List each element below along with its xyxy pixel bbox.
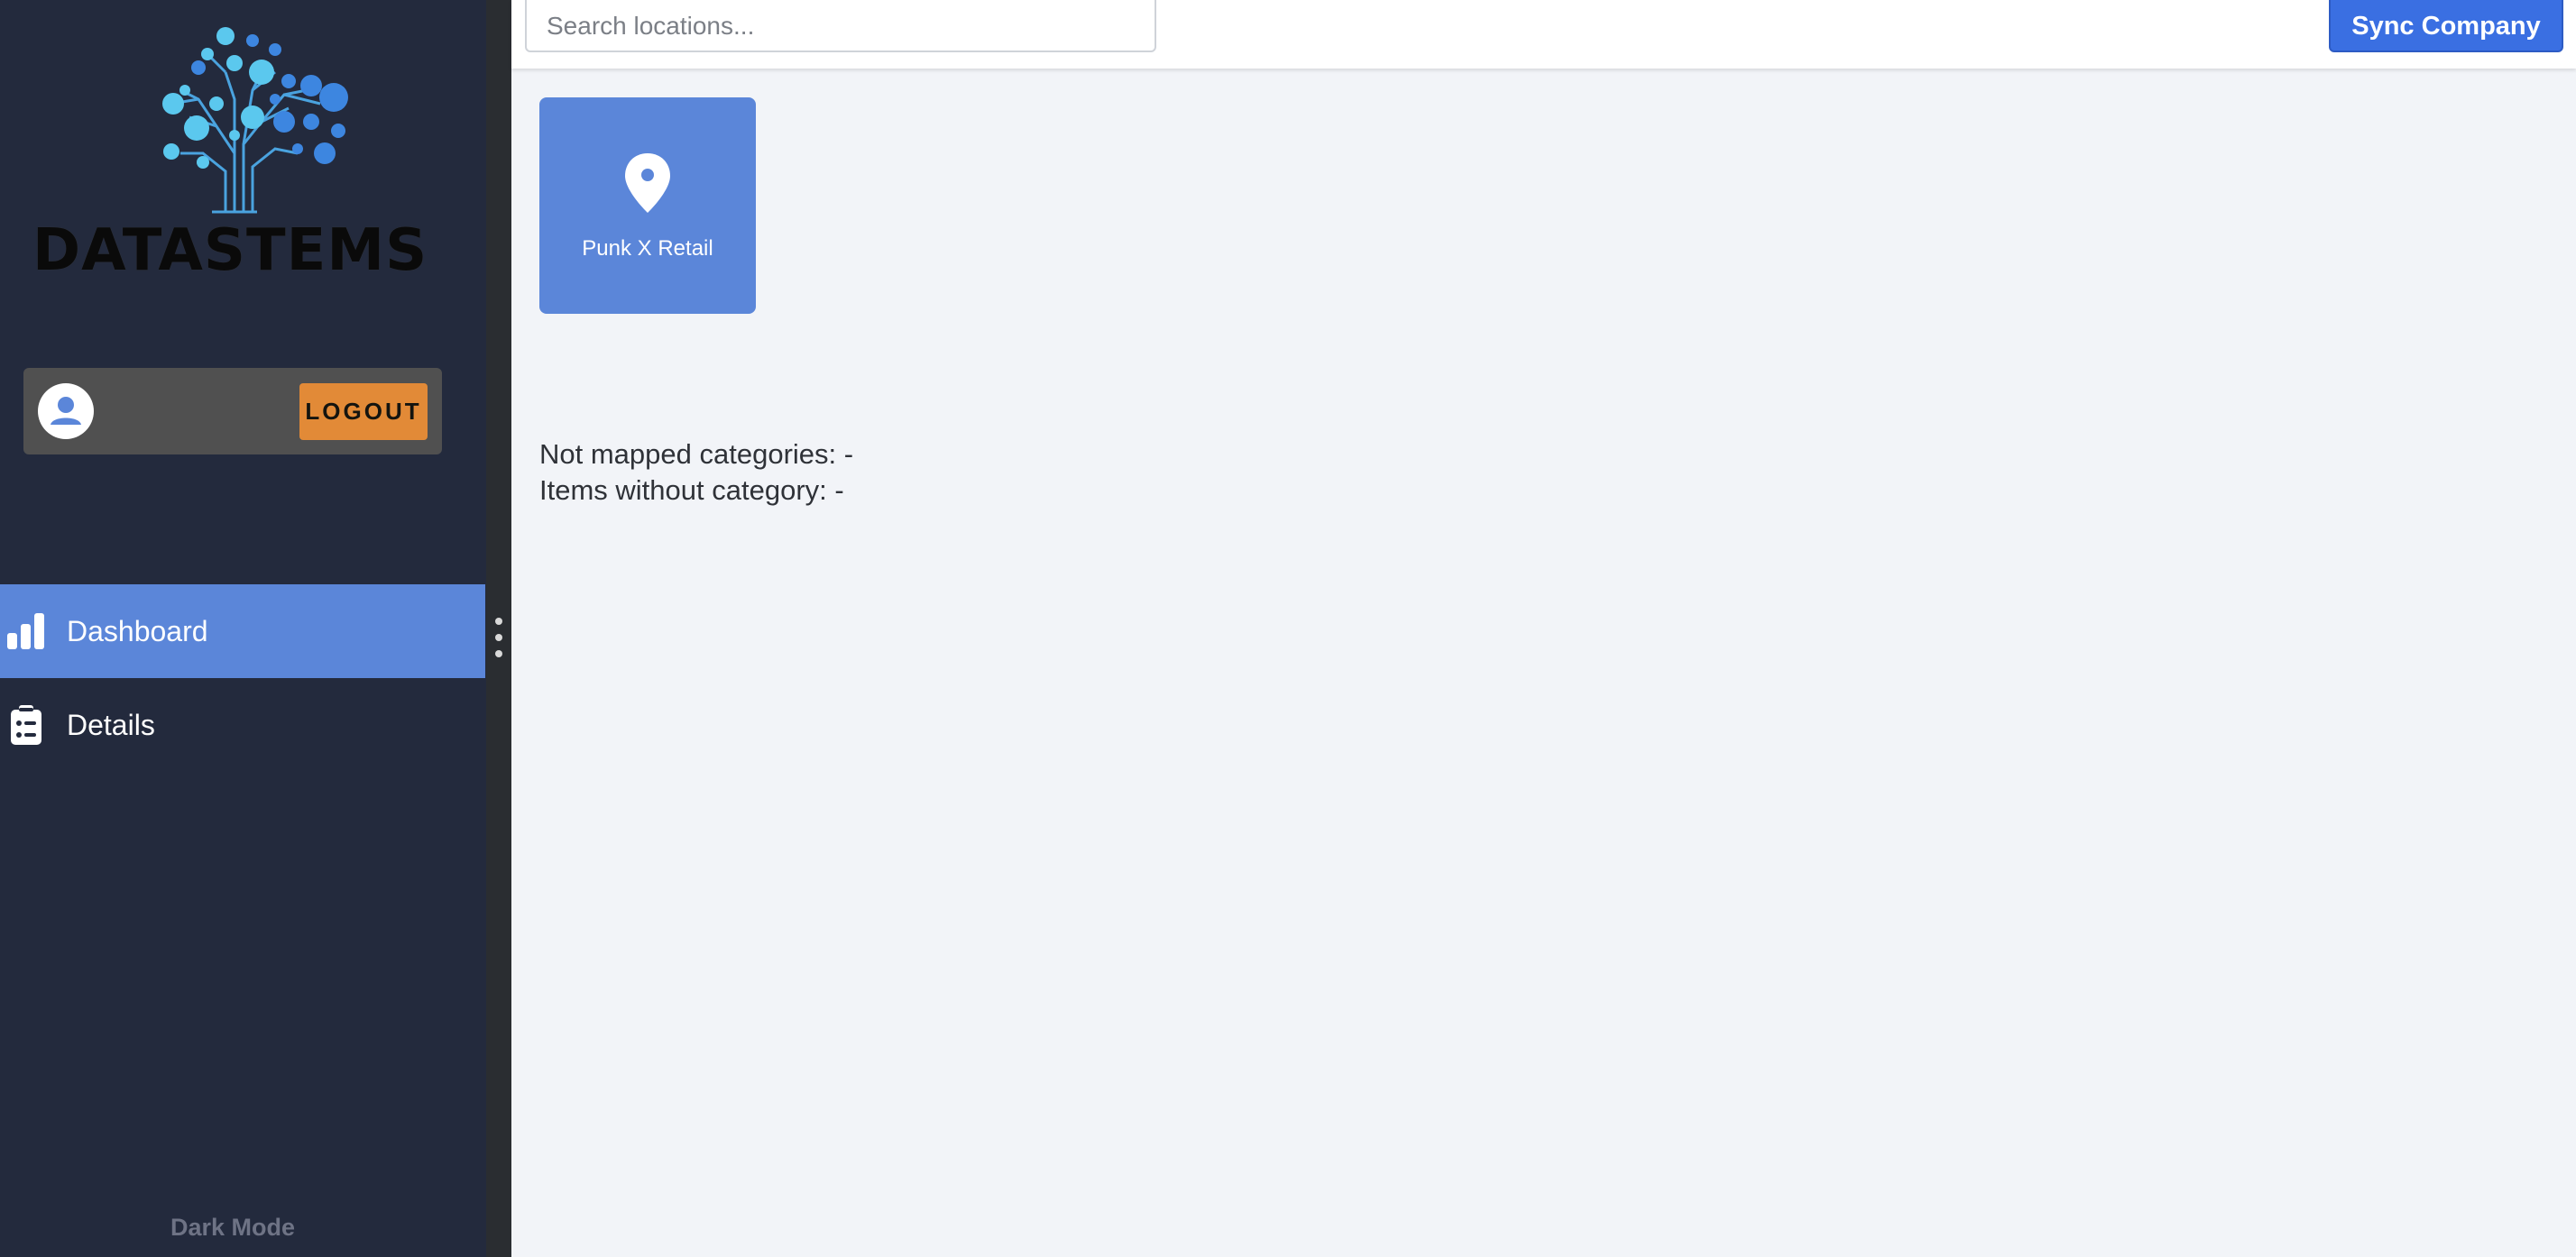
stats-summary: Not mapped categories: - Items without c… xyxy=(539,436,853,509)
brand-logo[interactable]: DATASTEMS xyxy=(27,18,442,284)
user-icon xyxy=(51,397,81,425)
avatar[interactable] xyxy=(38,383,94,439)
top-bar: Sync Company xyxy=(511,0,2576,69)
logout-button[interactable]: LOGOUT xyxy=(299,383,428,440)
not-mapped-categories: Not mapped categories: - xyxy=(539,438,854,470)
sidebar-item-label: Details xyxy=(67,709,155,741)
location-name: Punk X Retail xyxy=(582,236,713,261)
items-without-category: Items without category: - xyxy=(539,474,844,506)
clipboard-list-icon xyxy=(11,705,41,745)
bar-chart-icon xyxy=(7,613,44,649)
map-pin-icon xyxy=(625,153,670,213)
drag-handle-icon xyxy=(495,618,502,657)
search-input[interactable] xyxy=(525,0,1156,52)
sidebar: DATASTEMS LOGOUT Dashboard Details Dark … xyxy=(0,0,486,1257)
brand-wordmark: DATASTEMS xyxy=(32,217,428,284)
dark-mode-toggle[interactable]: Dark Mode xyxy=(0,1214,465,1242)
sidebar-item-dashboard[interactable]: Dashboard xyxy=(0,584,485,678)
sidebar-item-label: Dashboard xyxy=(67,615,208,647)
sidebar-item-details[interactable]: Details xyxy=(0,678,485,772)
user-card: LOGOUT xyxy=(23,368,442,454)
tree-logo-icon xyxy=(162,27,348,214)
sync-company-button[interactable]: Sync Company xyxy=(2329,0,2563,52)
sidebar-resize-handle[interactable] xyxy=(486,0,511,1257)
location-card[interactable]: Punk X Retail xyxy=(539,97,756,314)
